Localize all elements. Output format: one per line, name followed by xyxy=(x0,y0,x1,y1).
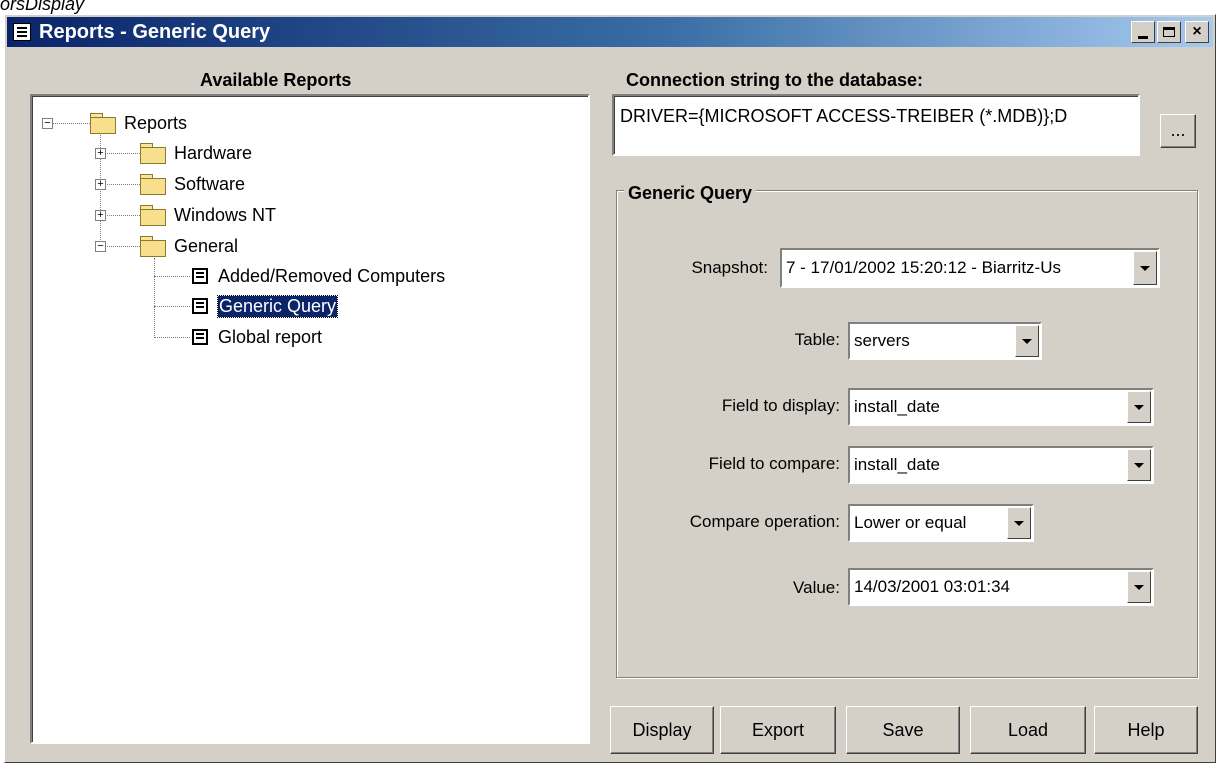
tree-connector xyxy=(100,184,140,185)
tree-item-generic-query[interactable]: Generic Query xyxy=(192,292,339,320)
tree-connector xyxy=(154,306,190,307)
field-to-compare-value: install_date xyxy=(854,455,941,474)
tree-item-label: Generic Query xyxy=(216,294,339,318)
caption-buttons: × xyxy=(1131,21,1209,43)
display-button[interactable]: Display xyxy=(610,706,714,754)
close-button[interactable]: × xyxy=(1185,21,1209,43)
compare-operation-value: Lower or equal xyxy=(854,513,967,532)
maximize-icon xyxy=(1163,27,1175,37)
save-button[interactable]: Save xyxy=(846,706,960,754)
folder-icon xyxy=(140,205,166,226)
snapshot-value: 7 - 17/01/2002 15:20:12 - Biarritz-Us xyxy=(786,258,1061,277)
chevron-down-icon[interactable] xyxy=(1127,571,1151,603)
tree-item-label: Windows NT xyxy=(174,204,277,225)
report-icon xyxy=(192,268,208,284)
compare-operation-label: Compare operation: xyxy=(689,512,840,531)
value-value: 14/03/2001 03:01:34 xyxy=(854,577,1010,596)
tree-item-label: Reports xyxy=(124,112,188,133)
chevron-down-icon[interactable] xyxy=(1015,325,1039,357)
tree-connector xyxy=(100,153,140,154)
browse-connection-button[interactable]: ... xyxy=(1160,114,1196,148)
title-bar[interactable]: Reports - Generic Query × xyxy=(7,17,1213,47)
collapse-icon[interactable]: − xyxy=(95,241,106,252)
report-window-icon[interactable] xyxy=(13,23,31,41)
connection-string-label: Connection string to the database: xyxy=(626,70,924,90)
folder-icon xyxy=(140,143,166,164)
report-icon xyxy=(192,329,208,345)
tree-item-reports[interactable]: Reports xyxy=(90,109,187,137)
tree-item-label: Global report xyxy=(218,326,323,347)
close-icon: × xyxy=(1192,23,1202,40)
report-icon xyxy=(192,298,208,314)
load-button[interactable]: Load xyxy=(970,706,1086,754)
help-button[interactable]: Help xyxy=(1094,706,1198,754)
tree-connector xyxy=(100,246,140,247)
compare-operation-select[interactable]: Lower or equal xyxy=(848,504,1034,542)
tree-item-added-removed-computers[interactable]: Added/Removed Computers xyxy=(192,262,445,290)
snapshot-label: Snapshot: xyxy=(691,258,768,277)
minimize-icon xyxy=(1138,35,1148,39)
maximize-button[interactable] xyxy=(1157,21,1181,43)
available-reports-heading: Available Reports xyxy=(200,70,352,90)
tree-connector xyxy=(154,276,190,277)
expand-icon[interactable]: + xyxy=(95,148,106,159)
field-to-display-value: install_date xyxy=(854,397,941,416)
collapse-icon[interactable]: − xyxy=(42,118,53,129)
folder-icon xyxy=(90,113,116,134)
tree-connector xyxy=(48,123,90,124)
table-value: servers xyxy=(854,331,910,350)
tree-item-hardware[interactable]: Hardware xyxy=(140,139,252,167)
tree-item-label: Hardware xyxy=(174,142,253,163)
tree-connector xyxy=(100,215,140,216)
minimize-button[interactable] xyxy=(1131,21,1155,43)
tree-item-label: Added/Removed Computers xyxy=(218,265,446,286)
tree-item-global-report[interactable]: Global report xyxy=(192,323,322,351)
chevron-down-icon[interactable] xyxy=(1007,507,1031,539)
tree-item-label: Software xyxy=(174,173,246,194)
tree-item-general[interactable]: General xyxy=(140,232,238,260)
export-button[interactable]: Export xyxy=(720,706,836,754)
tree-item-software[interactable]: Software xyxy=(140,170,245,198)
value-select[interactable]: 14/03/2001 03:01:34 xyxy=(848,568,1154,606)
field-to-display-select[interactable]: install_date xyxy=(848,388,1154,426)
connection-string-input[interactable]: DRIVER={MICROSOFT ACCESS-TREIBER (*.MDB)… xyxy=(612,94,1140,156)
reports-tree[interactable]: − Reports + Hardware + Software + Window… xyxy=(30,94,590,744)
chevron-down-icon[interactable] xyxy=(1127,391,1151,423)
field-to-compare-label: Field to compare: xyxy=(708,454,840,473)
chevron-down-icon[interactable] xyxy=(1127,449,1151,481)
field-to-display-label: Field to display: xyxy=(721,396,840,415)
snapshot-select[interactable]: 7 - 17/01/2002 15:20:12 - Biarritz-Us xyxy=(780,248,1160,288)
chevron-down-icon[interactable] xyxy=(1133,251,1157,285)
expand-icon[interactable]: + xyxy=(95,179,106,190)
folder-icon xyxy=(140,174,166,195)
window-title: Reports - Generic Query xyxy=(39,20,271,43)
table-select[interactable]: servers xyxy=(848,322,1042,360)
generic-query-group-title: Generic Query xyxy=(624,183,757,204)
field-to-compare-select[interactable]: install_date xyxy=(848,446,1154,484)
page-caption-fragment: orsDisplay xyxy=(0,0,85,14)
tree-connector xyxy=(154,258,155,338)
folder-icon xyxy=(140,236,166,257)
expand-icon[interactable]: + xyxy=(95,210,106,221)
value-label: Value: xyxy=(793,578,840,597)
tree-item-windows-nt[interactable]: Windows NT xyxy=(140,201,276,229)
tree-item-label: General xyxy=(174,235,239,256)
tree-connector xyxy=(154,337,190,338)
table-label: Table: xyxy=(794,330,840,349)
